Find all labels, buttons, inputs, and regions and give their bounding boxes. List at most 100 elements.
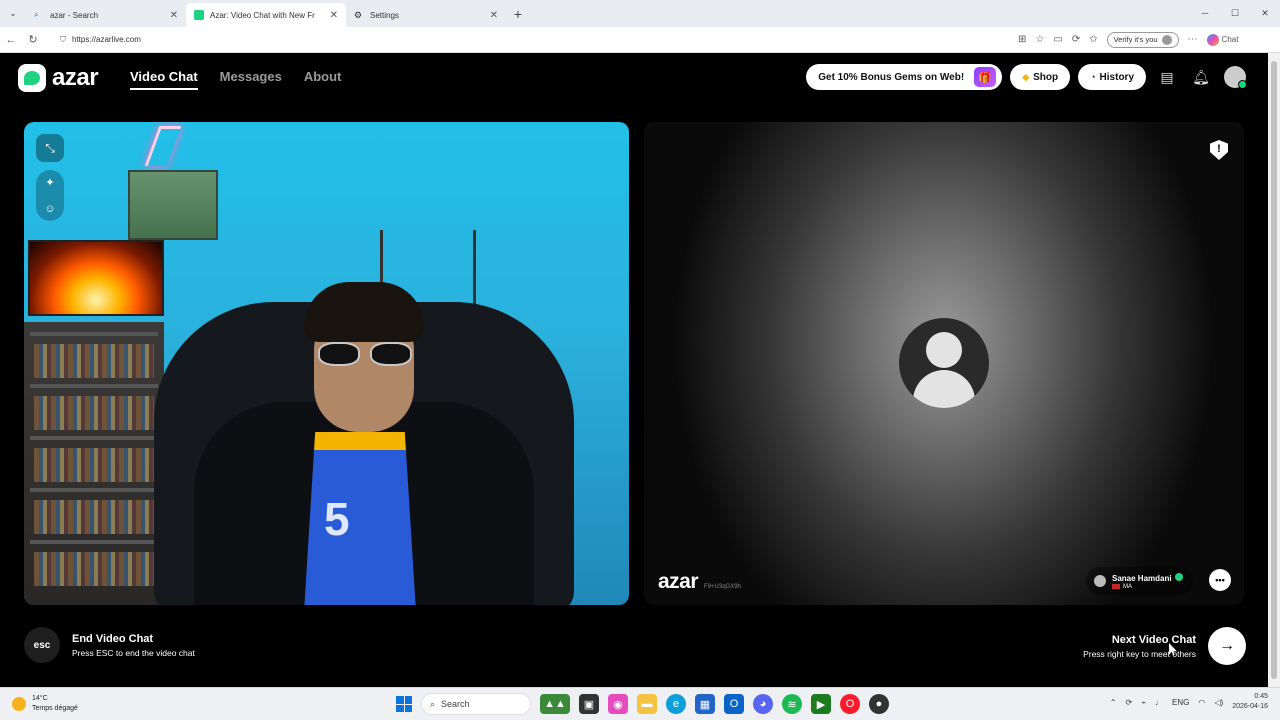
discord-icon[interactable]: ◕: [753, 694, 773, 714]
morocco-flag-icon: [1112, 584, 1120, 589]
history-button[interactable]: ◔ History: [1078, 64, 1146, 90]
minimize-icon[interactable]: ─: [1190, 0, 1220, 27]
report-shield-icon[interactable]: !: [1210, 140, 1228, 160]
maximize-icon[interactable]: ☐: [1220, 0, 1250, 27]
close-window-icon[interactable]: ✕: [1250, 0, 1280, 27]
next-arrow-button[interactable]: →: [1208, 627, 1246, 665]
logo-text: azar: [52, 64, 99, 91]
game-app-icon[interactable]: ●: [869, 694, 889, 714]
top-nav: azar Video Chat Messages About Get 10% B…: [0, 53, 1268, 103]
gem-icon: ◆: [1022, 71, 1030, 82]
bookshelf: [24, 322, 164, 605]
local-user: 5: [154, 282, 574, 605]
tab-actions-menu[interactable]: ⌄: [0, 0, 26, 27]
tray-overflow-icon[interactable]: ⌃: [1110, 698, 1117, 707]
edge-browser-icon[interactable]: e: [666, 694, 686, 714]
azar-app: azar Video Chat Messages About Get 10% B…: [0, 53, 1268, 687]
clock[interactable]: 0:45 2026-04-16: [1232, 692, 1268, 712]
gift-icon: 🎁: [974, 67, 997, 87]
nav-messages[interactable]: Messages: [220, 69, 282, 90]
start-windows-icon[interactable]: [396, 696, 412, 712]
tab-settings[interactable]: ⚙ Settings ✕: [346, 3, 506, 27]
url-field[interactable]: ⛉ https://azarlive.com: [50, 30, 1010, 50]
nav-about[interactable]: About: [304, 69, 342, 90]
store-icon[interactable]: ▦: [695, 694, 715, 714]
app-available-icon[interactable]: ⊞: [1018, 34, 1026, 45]
tab-title: Settings: [370, 10, 399, 20]
site-info-icon[interactable]: ⛉: [60, 35, 66, 45]
browser-tab-bar: ⌄ ⌕ azar - Search ✕ Azar: Video Chat wit…: [0, 0, 1280, 27]
sticker-icon[interactable]: ☺: [44, 203, 55, 215]
collapse-video-icon[interactable]: ⤡: [36, 134, 64, 162]
new-tab-button[interactable]: +: [506, 6, 530, 22]
favorites-icon[interactable]: ✩: [1089, 34, 1097, 45]
close-icon[interactable]: ✕: [170, 10, 178, 21]
history-icon: ◔: [1090, 72, 1096, 82]
copilot-label: Chat: [1221, 35, 1239, 44]
notification-bell-icon[interactable]: 🔔︎: [1188, 64, 1214, 90]
split-screen-icon[interactable]: ▭: [1053, 34, 1062, 45]
refresh-icon[interactable]: ↻: [22, 33, 44, 46]
azar-logo[interactable]: azar: [18, 64, 99, 92]
azar-favicon-icon: [194, 10, 204, 20]
favorite-star-icon[interactable]: ☆: [1035, 34, 1044, 45]
inbox-icon[interactable]: ▤: [1154, 64, 1180, 90]
weather-widget[interactable]: 14°C Temps dégagé: [12, 694, 78, 714]
taskbar-search-label: Search: [441, 699, 470, 709]
next-chat-title: Next Video Chat: [1111, 633, 1196, 646]
shop-button[interactable]: ◆ Shop: [1010, 64, 1071, 90]
fireplace-screen: [28, 240, 164, 316]
widgets-trees-icon[interactable]: ▲▲: [540, 694, 570, 714]
chat-bubble-icon[interactable]: •••: [1209, 569, 1231, 591]
end-chat-title: End Video Chat: [72, 632, 154, 645]
file-explorer-icon[interactable]: ▬: [637, 694, 657, 714]
address-bar-icons: ⊞ ☆ ▭ ⟳ ✩ Verify it's you ⋯ Chat: [1018, 31, 1239, 48]
bonus-gems-button[interactable]: Get 10% Bonus Gems on Web! 🎁: [806, 64, 1003, 90]
profile-button[interactable]: [1222, 64, 1248, 90]
outlook-icon[interactable]: O: [724, 694, 744, 714]
jersey-number: 5: [324, 493, 350, 545]
partner-country-row: MA: [1112, 584, 1183, 590]
partner-avatar-placeholder: [899, 318, 989, 408]
tray-network-icon[interactable]: ⌁: [1141, 698, 1146, 707]
nav-actions: Get 10% Bonus Gems on Web! 🎁 ◆ Shop ◔ Hi…: [806, 64, 1248, 90]
watermark-logo: azar: [658, 570, 699, 593]
task-view-icon[interactable]: ▣: [579, 694, 599, 714]
nav-video-chat[interactable]: Video Chat: [130, 69, 198, 90]
tray-app-icon[interactable]: ⟳: [1126, 698, 1133, 707]
close-icon[interactable]: ✕: [490, 10, 498, 21]
microphone-icon[interactable]: ♩: [1155, 698, 1163, 707]
partner-info-badge[interactable]: Sanae Hamdani MA: [1086, 567, 1193, 595]
page-scrollbar[interactable]: [1268, 53, 1280, 687]
wifi-icon[interactable]: ◠: [1198, 698, 1205, 707]
esc-button[interactable]: esc: [24, 627, 60, 663]
spotify-icon[interactable]: ≋: [782, 694, 802, 714]
bonus-label: Get 10% Bonus Gems on Web!: [818, 71, 965, 83]
extensions-icon[interactable]: ⟳: [1072, 34, 1080, 45]
opera-icon[interactable]: O: [840, 694, 860, 714]
copilot-button[interactable]: Chat: [1206, 33, 1239, 46]
shop-label: Shop: [1033, 71, 1059, 83]
back-icon[interactable]: ←: [0, 34, 22, 46]
azar-logo-icon: [18, 64, 46, 92]
tab-azar-search[interactable]: ⌕ azar - Search ✕: [26, 3, 186, 27]
terminal-app-icon[interactable]: ▶: [811, 694, 831, 714]
volume-icon[interactable]: ◁): [1214, 698, 1223, 707]
language-indicator[interactable]: ENG: [1172, 698, 1189, 707]
verified-icon: [1174, 572, 1183, 581]
system-tray: ⌃ ⟳ ⌁ ♩ ENG ◠ ◁) 0:45 2026-04-16: [1110, 692, 1268, 712]
partner-name: Sanae Hamdani: [1112, 573, 1172, 583]
gear-icon: ⚙: [354, 10, 363, 20]
tab-azar-video-chat[interactable]: Azar: Video Chat with New Fr ✕: [186, 3, 346, 27]
copilot-app-icon[interactable]: ◉: [608, 694, 628, 714]
close-icon[interactable]: ✕: [330, 10, 338, 21]
sun-icon: [12, 697, 26, 711]
verify-profile-button[interactable]: Verify it's you: [1106, 31, 1179, 48]
hair: [304, 282, 424, 342]
magic-wand-icon[interactable]: ✦: [45, 176, 54, 189]
profile-avatar-icon: [1161, 34, 1172, 45]
jersey: [304, 432, 416, 605]
address-bar: ← ↻ ⛉ https://azarlive.com ⊞ ☆ ▭ ⟳ ✩ Ver…: [0, 27, 1280, 53]
more-menu-icon[interactable]: ⋯: [1188, 34, 1198, 45]
taskbar-search[interactable]: ⌕ Search: [421, 693, 531, 715]
